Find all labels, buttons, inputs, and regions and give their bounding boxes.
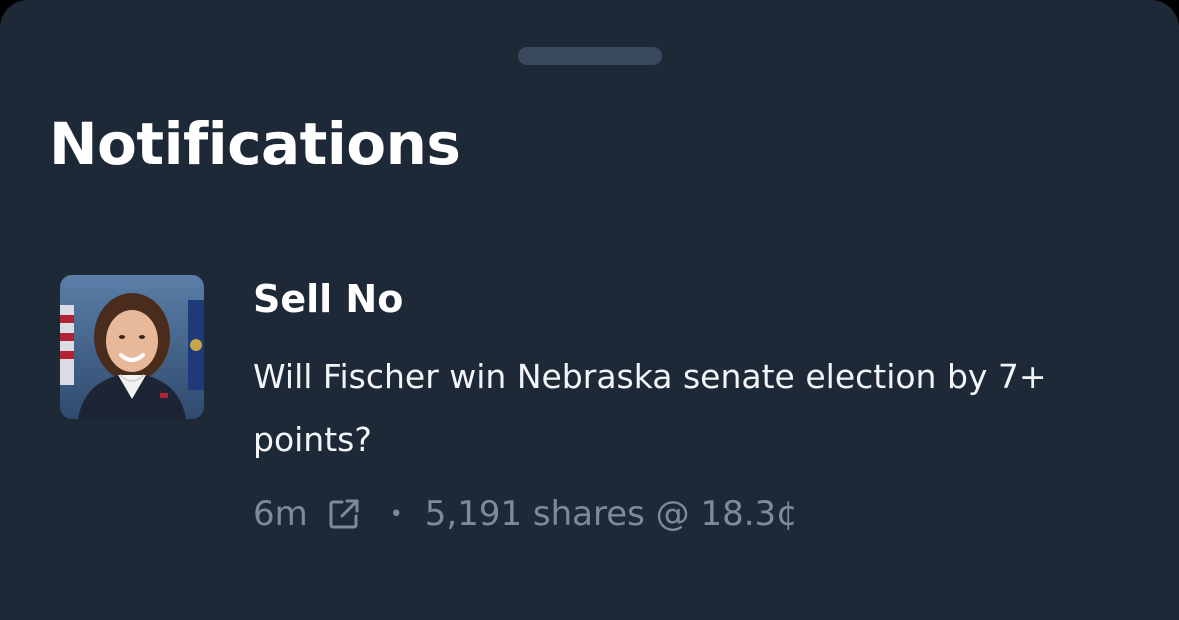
time-ago: 6m	[253, 494, 308, 534]
meta-separator: •	[389, 501, 403, 527]
person-portrait-icon	[60, 275, 204, 419]
notification-meta: 6m • 5,191 shares @ 18.3¢	[253, 488, 798, 540]
notification-item[interactable]: Sell No Will Fischer win Nebraska senate…	[0, 260, 1179, 560]
market-avatar	[60, 275, 204, 419]
notifications-sheet: Notifications Sell No Will Fischer win N…	[0, 0, 1179, 620]
external-link-icon[interactable]	[326, 496, 362, 532]
notification-type: Sell No	[253, 277, 404, 321]
trade-summary: 5,191 shares @ 18.3¢	[424, 494, 798, 534]
sheet-title: Notifications	[49, 110, 461, 178]
drag-handle[interactable]	[518, 47, 662, 65]
notification-market-question[interactable]: Will Fischer win Nebraska senate electio…	[253, 345, 1133, 471]
